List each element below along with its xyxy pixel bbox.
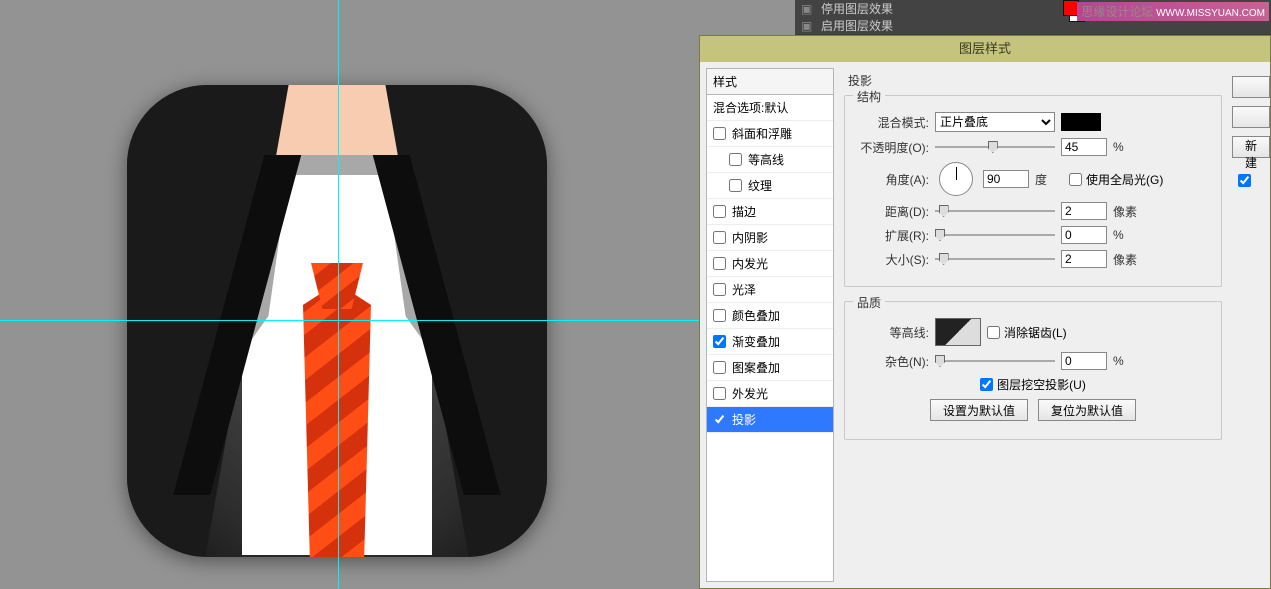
spread-input[interactable] <box>1061 226 1107 244</box>
opacity-input[interactable] <box>1061 138 1107 156</box>
style-stroke-check[interactable] <box>713 205 726 218</box>
style-outer-glow[interactable]: 外发光 <box>707 381 833 407</box>
noise-slider[interactable] <box>935 354 1055 368</box>
distance-input[interactable] <box>1061 202 1107 220</box>
reset-default-button[interactable]: 复位为默认值 <box>1038 399 1136 421</box>
style-satin[interactable]: 光泽 <box>707 277 833 303</box>
use-global-light-check[interactable] <box>1069 173 1082 186</box>
knockout-label: 图层挖空投影(U) <box>997 376 1086 393</box>
angle-dial[interactable] <box>939 162 973 196</box>
style-drop-shadow-check[interactable] <box>713 413 726 426</box>
size-input[interactable] <box>1061 250 1107 268</box>
unit-percent: % <box>1113 228 1141 242</box>
size-label: 大小(S): <box>857 251 929 268</box>
distance-label: 距离(D): <box>857 203 929 220</box>
quality-group: 品质 等高线: 消除锯齿(L) 杂色(N): % 图层挖空投影(U) 设置为默认… <box>844 301 1222 440</box>
use-global-light-label: 使用全局光(G) <box>1086 171 1163 188</box>
knockout-check[interactable] <box>980 378 993 391</box>
style-gradient-overlay[interactable]: 渐变叠加 <box>707 329 833 355</box>
distance-slider[interactable] <box>935 204 1055 218</box>
unit-percent: % <box>1113 140 1141 154</box>
opacity-label: 不透明度(O): <box>857 139 929 156</box>
style-inner-glow-check[interactable] <box>713 257 726 270</box>
style-contour-check[interactable] <box>729 153 742 166</box>
style-bevel-check[interactable] <box>713 127 726 140</box>
style-color-overlay[interactable]: 颜色叠加 <box>707 303 833 329</box>
style-stroke[interactable]: 描边 <box>707 199 833 225</box>
style-pattern-overlay[interactable]: 图案叠加 <box>707 355 833 381</box>
style-drop-shadow[interactable]: 投影 <box>707 407 833 433</box>
ok-button-partial[interactable] <box>1232 76 1270 98</box>
antialias-label: 消除锯齿(L) <box>1004 324 1067 341</box>
document-canvas[interactable] <box>0 0 700 589</box>
style-contour[interactable]: 等高线 <box>707 147 833 173</box>
opacity-slider[interactable] <box>935 140 1055 154</box>
style-gradient-overlay-check[interactable] <box>713 335 726 348</box>
style-color-overlay-check[interactable] <box>713 309 726 322</box>
shadow-color-chip[interactable] <box>1061 113 1101 131</box>
guide-vertical[interactable] <box>338 0 339 589</box>
panel-title: 投影 <box>848 72 1222 89</box>
contour-label: 等高线: <box>857 324 929 341</box>
set-default-button[interactable]: 设置为默认值 <box>930 399 1028 421</box>
spread-slider[interactable] <box>935 228 1055 242</box>
blend-mode-label: 混合模式: <box>857 114 929 131</box>
menu-label: 停用图层效果 <box>821 0 893 17</box>
angle-label: 角度(A): <box>857 171 929 188</box>
dialog-right-column: 新建 <box>1232 62 1270 588</box>
dialog-title[interactable]: 图层样式 <box>700 36 1270 62</box>
guide-horizontal[interactable] <box>0 320 700 321</box>
blend-mode-select[interactable]: 正片叠底 <box>935 112 1055 132</box>
unit-px: 像素 <box>1113 203 1141 220</box>
app-menu-fragment: ▣停用图层效果 ▣启用图层效果 思缘设计论坛 WWW.MISSYUAN.COM <box>795 0 1271 35</box>
contour-picker[interactable] <box>935 318 981 346</box>
antialias-check[interactable] <box>987 326 1000 339</box>
preview-check[interactable] <box>1238 174 1251 187</box>
watermark: 思缘设计论坛 WWW.MISSYUAN.COM <box>1077 2 1269 21</box>
style-satin-check[interactable] <box>713 283 726 296</box>
suit-icon-artwork <box>127 85 547 557</box>
unit-percent: % <box>1113 354 1141 368</box>
new-style-button[interactable]: 新建 <box>1232 136 1270 158</box>
style-outer-glow-check[interactable] <box>713 387 726 400</box>
quality-legend: 品质 <box>853 294 885 311</box>
style-inner-glow[interactable]: 内发光 <box>707 251 833 277</box>
style-inner-shadow[interactable]: 内阴影 <box>707 225 833 251</box>
style-pattern-overlay-check[interactable] <box>713 361 726 374</box>
unit-px: 像素 <box>1113 251 1141 268</box>
angle-input[interactable] <box>983 170 1029 188</box>
noise-label: 杂色(N): <box>857 353 929 370</box>
spread-label: 扩展(R): <box>857 227 929 244</box>
style-bevel[interactable]: 斜面和浮雕 <box>707 121 833 147</box>
cancel-button-partial[interactable] <box>1232 106 1270 128</box>
drop-shadow-settings: 投影 结构 混合模式: 正片叠底 不透明度(O): % 角度(A): <box>840 62 1232 588</box>
blending-options-row[interactable]: 混合选项:默认 <box>707 95 833 121</box>
styles-list: 样式 混合选项:默认 斜面和浮雕 等高线 纹理 描边 内阴影 内发光 光泽 颜色… <box>706 68 834 582</box>
layer-style-dialog: 图层样式 样式 混合选项:默认 斜面和浮雕 等高线 纹理 描边 内阴影 内发光 … <box>699 35 1271 589</box>
style-inner-shadow-check[interactable] <box>713 231 726 244</box>
unit-degree: 度 <box>1035 171 1063 188</box>
structure-legend: 结构 <box>853 88 885 105</box>
style-texture-check[interactable] <box>729 179 742 192</box>
structure-group: 结构 混合模式: 正片叠底 不透明度(O): % 角度(A): 度 <box>844 95 1222 287</box>
style-texture[interactable]: 纹理 <box>707 173 833 199</box>
noise-input[interactable] <box>1061 352 1107 370</box>
size-slider[interactable] <box>935 252 1055 266</box>
styles-header[interactable]: 样式 <box>707 69 833 95</box>
menu-label: 启用图层效果 <box>821 17 893 34</box>
